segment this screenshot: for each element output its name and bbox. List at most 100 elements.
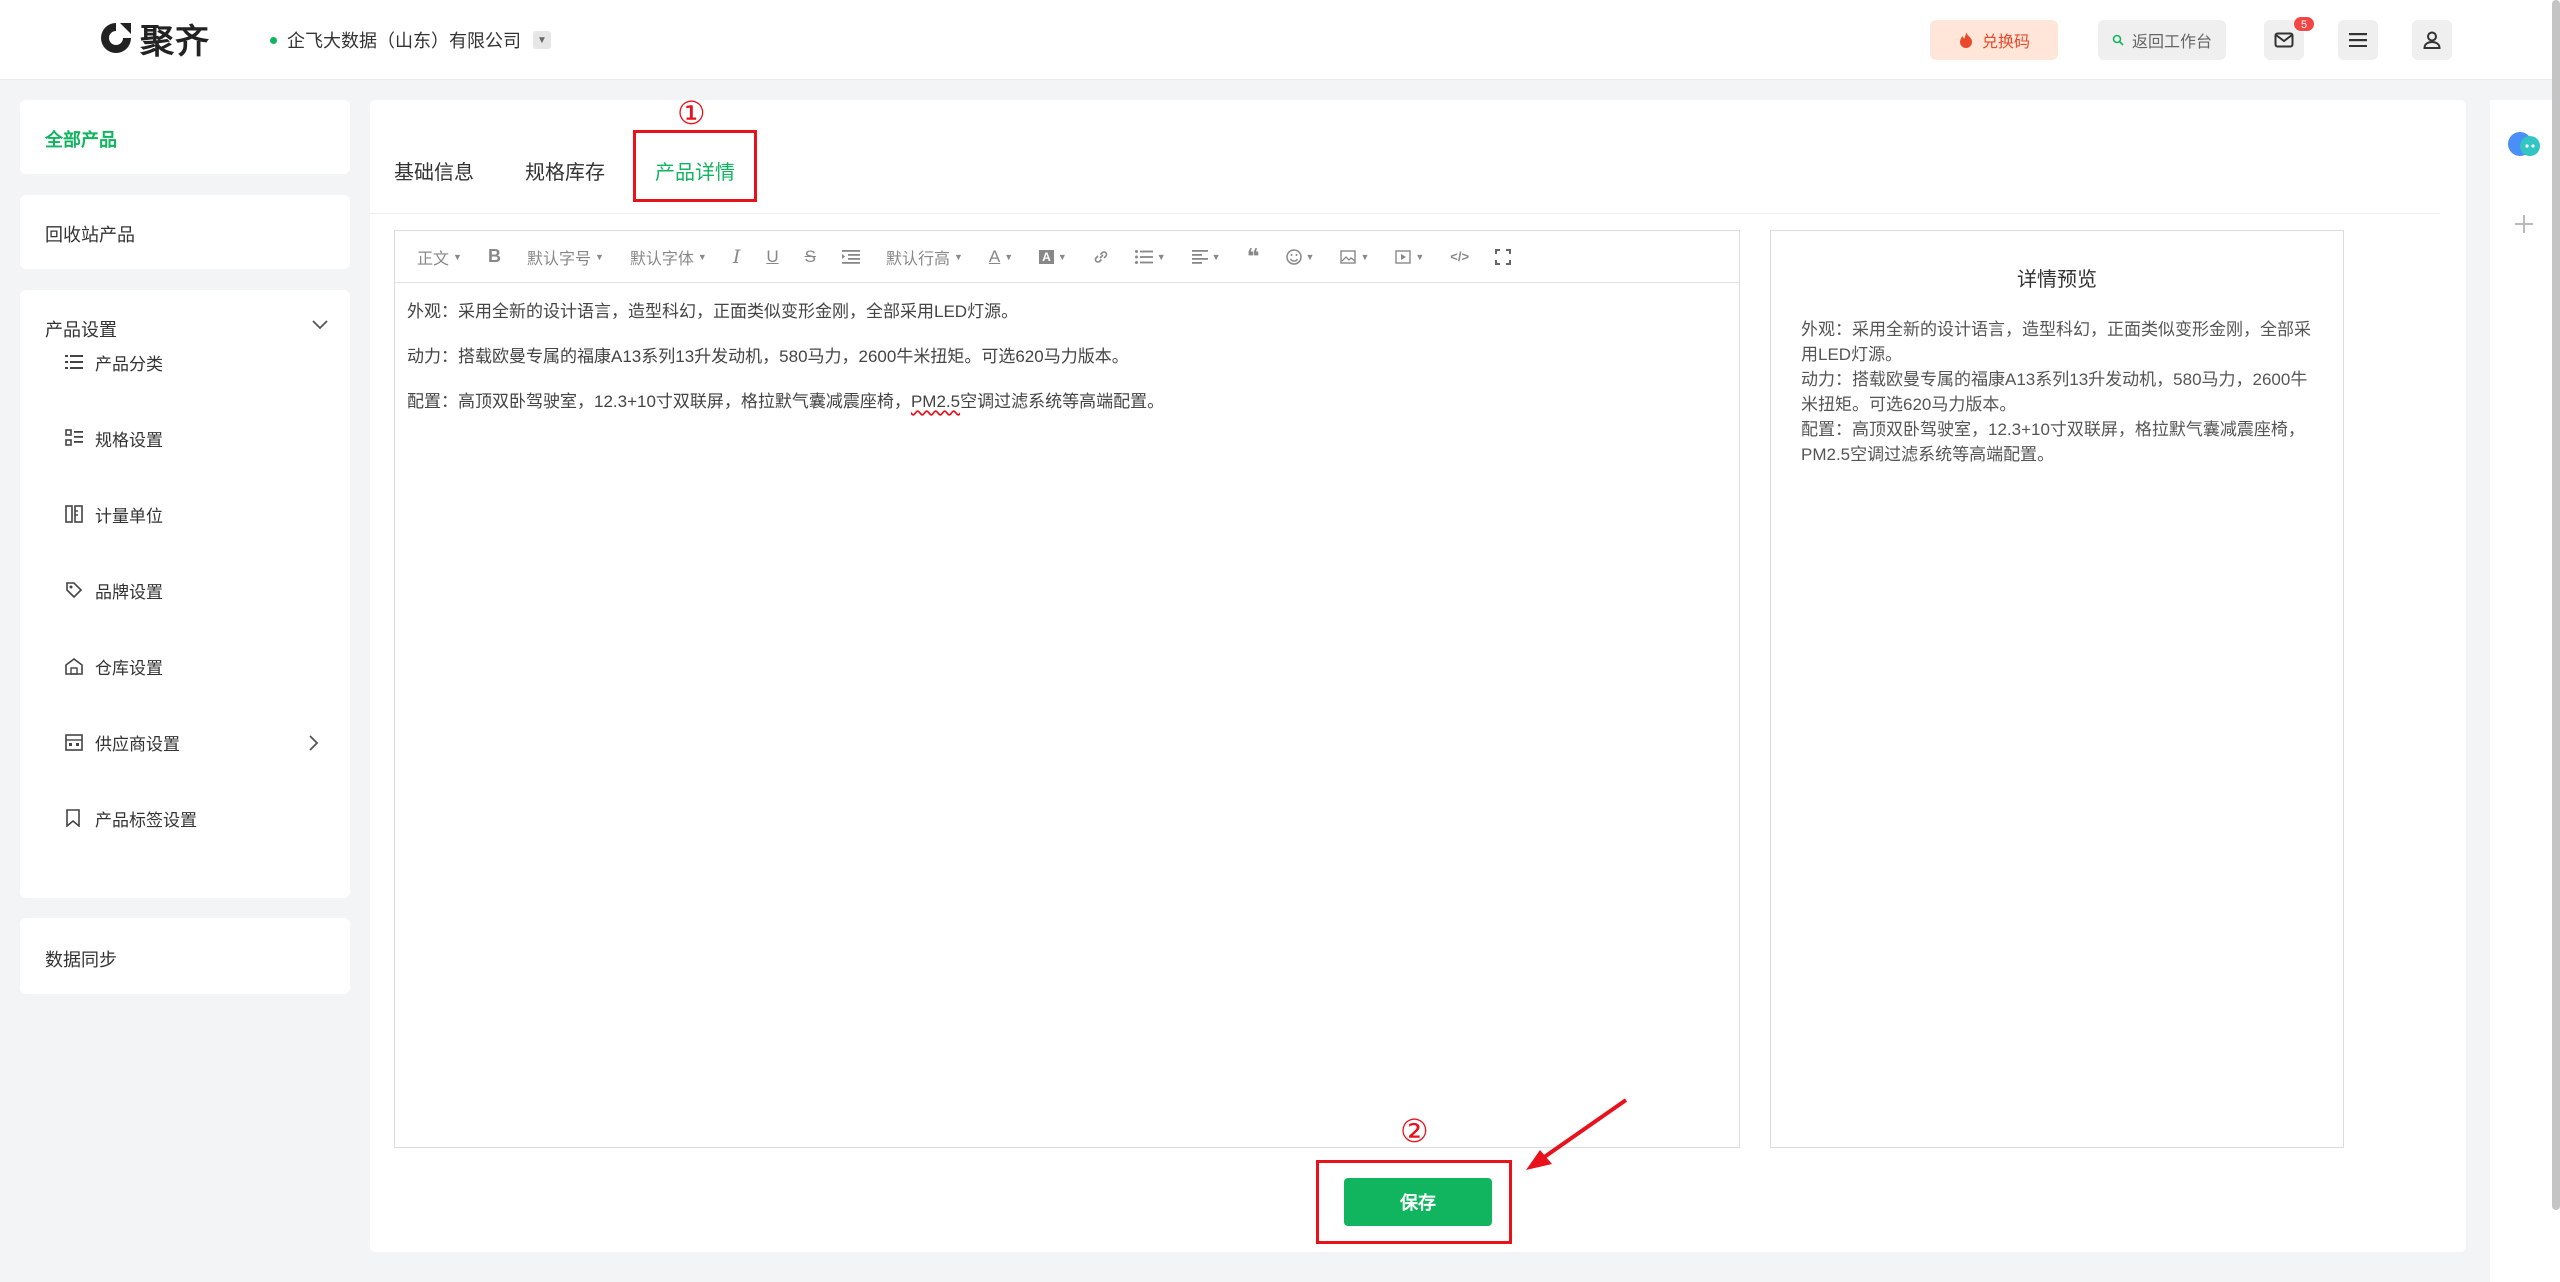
preview-content: 外观：采用全新的设计语言，造型科幻，正面类似变形金刚，全部采用LED灯源。 动力…: [1801, 317, 2321, 467]
app-logo[interactable]: 聚齐: [98, 16, 210, 61]
sidebar-item-brand[interactable]: 品牌设置: [65, 574, 345, 606]
right-rail: [2490, 100, 2560, 1282]
warehouse-icon: [65, 657, 95, 675]
data-sync-label: 数据同步: [45, 950, 117, 970]
status-dot: [270, 36, 277, 44]
company-name: 企飞大数据（山东）有限公司: [287, 31, 521, 51]
add-icon[interactable]: [2512, 212, 2536, 236]
sidebar-item-supplier[interactable]: 供应商设置: [65, 726, 345, 758]
sidebar-item-data-sync[interactable]: 数据同步: [20, 918, 350, 994]
unit-icon: [65, 505, 95, 523]
product-settings-title: 产品设置: [45, 320, 117, 340]
redeem-label: 兑换码: [1981, 34, 2030, 51]
spellcheck-word: PM2.5: [910, 392, 961, 411]
return-workbench-button[interactable]: 返回工作台: [2098, 20, 2226, 60]
annotation-arrow: [1526, 1098, 1628, 1170]
strikethrough-icon[interactable]: S: [805, 247, 816, 267]
editor-toolbar: 正文 ▼ B 默认字号 ▼ 默认字体 ▼ I U S 默认行高 ▼ A ▼ A ▼ ▼ ▼ …: [395, 231, 1739, 283]
chevron-down-icon: [312, 320, 328, 330]
sidebar-item-category[interactable]: 产品分类: [65, 346, 345, 378]
spec-icon: [65, 429, 95, 447]
tab-spec-stock[interactable]: 规格库存: [525, 156, 605, 185]
save-button[interactable]: 保存: [1344, 1178, 1492, 1226]
menu-button[interactable]: [2338, 20, 2378, 60]
highlight-box-tab: [633, 130, 757, 202]
link-icon[interactable]: [1093, 249, 1109, 265]
sidebar-item-label: 供应商设置: [95, 734, 180, 754]
font-size-label: 默认字号: [526, 250, 591, 268]
rich-text-editor: 正文 ▼ B 默认字号 ▼ 默认字体 ▼ I U S 默认行高 ▼ A ▼ A ▼ ▼ ▼ …: [394, 230, 1740, 1148]
emoji-icon[interactable]: ▼: [1285, 248, 1314, 265]
sidebar-item-spec[interactable]: 规格设置: [65, 422, 345, 454]
logo-text: 聚齐: [140, 22, 210, 61]
sidebar-item-label: 规格设置: [95, 430, 163, 450]
sidebar-item-label: 产品分类: [95, 354, 163, 374]
list-icon[interactable]: ▼: [1134, 249, 1166, 264]
user-icon: [2423, 31, 2441, 49]
return-label: 返回工作台: [2131, 34, 2212, 51]
recycle-label: 回收站产品: [45, 225, 135, 245]
sidebar-item-warehouse[interactable]: 仓库设置: [65, 650, 345, 682]
list-icon: [65, 355, 95, 369]
sidebar-item-recycle[interactable]: 回收站产品: [20, 195, 350, 269]
logo-icon: [98, 20, 134, 56]
main-panel: 基础信息 规格库存 产品详情 ① 正文 ▼ B 默认字号 ▼ 默认字体 ▼ I U S…: [370, 94, 2466, 1252]
detail-preview-panel: 详情预览 外观：采用全新的设计语言，造型科幻，正面类似变形金刚，全部采用LED灯…: [1770, 230, 2344, 1148]
chat-icon[interactable]: [2506, 128, 2542, 160]
top-header: 聚齐 企飞大数据（山东）有限公司 ▼ 兑换码 返回工作台 5: [0, 0, 2560, 80]
editor-line: 配置：高顶双卧驾驶室，12.3+10寸双联屏，格拉默气囊减震座椅，PM2.5空调…: [407, 391, 1727, 413]
editor-content[interactable]: 外观：采用全新的设计语言，造型科幻，正面类似变形金刚，全部采用LED灯源。 动力…: [407, 301, 1727, 436]
underline-icon[interactable]: U: [766, 247, 778, 267]
editor-line: 外观：采用全新的设计语言，造型科幻，正面类似变形金刚，全部采用LED灯源。: [407, 302, 1019, 321]
step-1-marker: ①: [677, 94, 706, 132]
code-icon[interactable]: </>: [1450, 249, 1469, 264]
indent-icon[interactable]: [841, 249, 860, 264]
font-color-icon[interactable]: A ▼: [989, 247, 1013, 267]
font-size-select[interactable]: 默认字号 ▼: [527, 245, 604, 269]
editor-line: 动力：搭载欧曼专属的福康A13系列13升发动机，580马力，2600牛米扭矩。可…: [407, 347, 1129, 366]
fire-icon: [1958, 31, 1974, 49]
sidebar-item-label: 产品标签设置: [95, 810, 197, 830]
sidebar-item-unit[interactable]: 计量单位: [65, 498, 345, 530]
page-scrollbar[interactable]: [2552, 0, 2560, 1210]
product-settings-header[interactable]: 产品设置: [20, 290, 350, 350]
bookmark-icon: [65, 809, 95, 827]
paragraph-select[interactable]: 正文 ▼: [417, 245, 462, 269]
video-icon[interactable]: ▼: [1395, 249, 1424, 264]
sidebar-item-label: 仓库设置: [95, 658, 163, 678]
italic-icon[interactable]: I: [733, 246, 741, 268]
search-icon: [2112, 34, 2124, 46]
tag-icon: [65, 581, 95, 599]
font-family-select[interactable]: 默认字体 ▼: [630, 245, 707, 269]
preview-line: 配置：高顶双卧驾驶室，12.3+10寸双联屏，格拉默气囊减震座椅，PM2.5空调…: [1801, 420, 2305, 464]
mail-badge: 5: [2293, 16, 2315, 32]
line-height-label: 默认行高: [885, 250, 950, 268]
step-2-marker: ②: [1400, 1112, 1429, 1150]
mail-icon: [2274, 32, 2294, 48]
hamburger-icon: [2349, 33, 2367, 47]
chevron-right-icon: [309, 735, 339, 751]
sidebar-item-label: 品牌设置: [95, 582, 163, 602]
supplier-icon: [65, 733, 95, 751]
align-icon[interactable]: ▼: [1191, 249, 1221, 264]
dropdown-icon[interactable]: ▼: [533, 31, 551, 49]
editor-line-text: 配置：高顶双卧驾驶室，12.3+10寸双联屏，格拉默气囊减震座椅，: [407, 392, 911, 411]
all-products-label: 全部产品: [45, 130, 117, 150]
image-icon[interactable]: ▼: [1340, 249, 1369, 264]
bold-icon[interactable]: B: [488, 246, 501, 267]
tab-basic-info[interactable]: 基础信息: [394, 156, 474, 185]
line-height-select[interactable]: 默认行高 ▼: [886, 245, 963, 269]
sidebar-item-label: 计量单位: [95, 506, 163, 526]
redeem-code-button[interactable]: 兑换码: [1930, 20, 2058, 60]
background-color-icon[interactable]: A ▼: [1039, 249, 1067, 264]
paragraph-label: 正文: [417, 250, 450, 268]
company-selector[interactable]: 企飞大数据（山东）有限公司 ▼: [270, 26, 551, 54]
editor-line-text: 空调过滤系统等高端配置。: [960, 392, 1165, 411]
fullscreen-icon[interactable]: [1495, 248, 1512, 265]
preview-title: 详情预览: [2017, 269, 2097, 291]
user-button[interactable]: [2412, 20, 2452, 60]
sidebar-item-all-products[interactable]: 全部产品: [20, 100, 350, 174]
sidebar-item-product-tag[interactable]: 产品标签设置: [65, 802, 345, 834]
sidebar-group-product-settings: 产品设置 产品分类 规格设置 计量单位 品牌设置 仓库设置 供应商设置 产品标签…: [20, 290, 350, 898]
quote-icon[interactable]: ❝: [1247, 244, 1260, 270]
